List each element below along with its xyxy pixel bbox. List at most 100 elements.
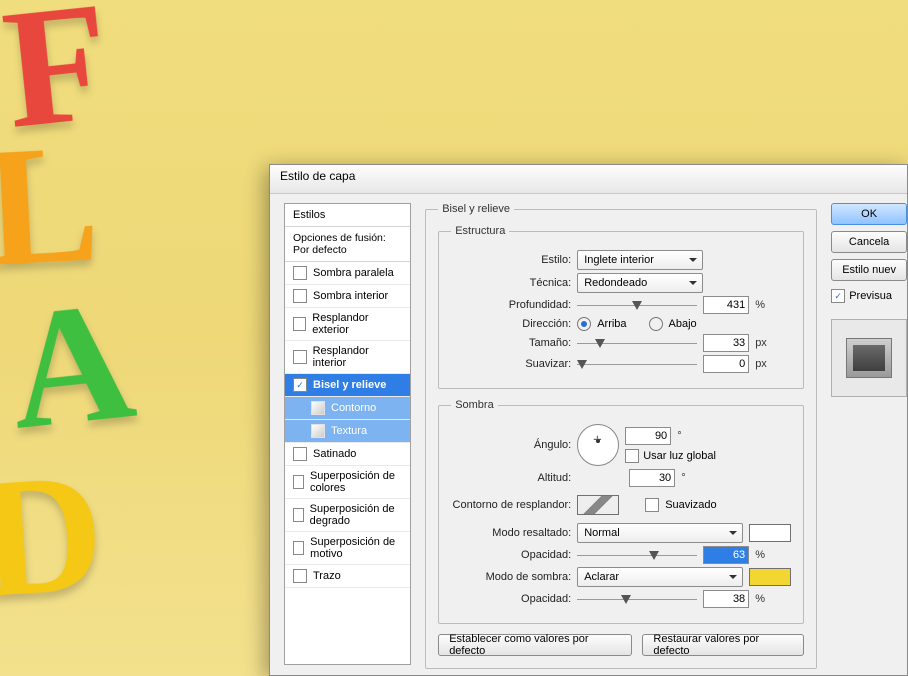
style-satin[interactable]: Satinado [285, 443, 410, 466]
artwork-letter-d: D [0, 446, 109, 624]
highlight-opacity-input[interactable]: 63 [703, 546, 749, 564]
shadow-mode-label: Modo de sombra: [451, 571, 571, 583]
style-label: Contorno [331, 402, 376, 414]
gloss-contour-label: Contorno de resplandor: [451, 499, 571, 511]
preview-checkbox[interactable]: ✓ [831, 289, 845, 303]
soften-input[interactable]: 0 [703, 355, 749, 373]
style-contour[interactable]: Contorno [285, 397, 410, 420]
depth-unit: % [755, 299, 765, 311]
style-bevel-emboss[interactable]: ✓ Bisel y relieve [285, 374, 410, 397]
global-light-checkbox[interactable] [625, 449, 639, 463]
highlight-mode-select[interactable]: Normal [577, 523, 743, 543]
cancel-button[interactable]: Cancela [831, 231, 907, 253]
size-input[interactable]: 33 [703, 334, 749, 352]
structure-legend: Estructura [451, 225, 509, 237]
style-outer-glow[interactable]: Resplandor exterior [285, 308, 410, 341]
style-stroke[interactable]: Trazo [285, 565, 410, 588]
checkbox-icon[interactable] [293, 350, 307, 364]
checkbox-icon[interactable] [293, 266, 307, 280]
shading-legend: Sombra [451, 399, 498, 411]
ok-button[interactable]: OK [831, 203, 907, 225]
size-label: Tamaño: [451, 337, 571, 349]
direction-down-radio[interactable] [649, 317, 663, 331]
blending-options-row[interactable]: Opciones de fusión: Por defecto [285, 227, 410, 262]
technique-select[interactable]: Redondeado [577, 273, 703, 293]
artwork-letter-a: A [1, 274, 141, 456]
checkbox-icon[interactable] [293, 447, 307, 461]
angle-unit: ° [677, 430, 681, 442]
style-texture[interactable]: Textura [285, 420, 410, 443]
style-label: Resplandor interior [313, 345, 403, 369]
size-unit: px [755, 337, 767, 349]
antialias-label: Suavizado [665, 499, 716, 511]
preview-label: Previsua [849, 290, 892, 302]
structure-group: Estructura Estilo: Inglete interior Técn… [438, 225, 804, 389]
direction-down-label: Abajo [669, 318, 697, 330]
style-label: Superposición de degrado [310, 503, 403, 527]
style-inner-glow[interactable]: Resplandor interior [285, 341, 410, 374]
new-style-button[interactable]: Estilo nuev [831, 259, 907, 281]
style-label: Bisel y relieve [313, 379, 386, 391]
soften-slider[interactable] [577, 357, 697, 371]
dialog-buttons: OK Cancela Estilo nuev ✓ Previsua [831, 203, 907, 665]
style-drop-shadow[interactable]: Sombra paralela [285, 262, 410, 285]
bevel-group: Bisel y relieve Estructura Estilo: Ingle… [425, 203, 817, 669]
angle-dial[interactable]: ✛ [577, 424, 619, 466]
shadow-opacity-unit: % [755, 593, 765, 605]
checkbox-icon[interactable] [293, 541, 304, 555]
preview-thumbnail [831, 319, 907, 397]
shading-group: Sombra Ángulo: ✛ 90 ° Usar luz global [438, 399, 804, 624]
depth-label: Profundidad: [451, 299, 571, 311]
style-inner-shadow[interactable]: Sombra interior [285, 285, 410, 308]
bevel-legend: Bisel y relieve [438, 203, 514, 215]
style-label: Estilo: [451, 254, 571, 266]
shadow-opacity-label: Opacidad: [451, 593, 571, 605]
direction-label: Dirección: [451, 318, 571, 330]
style-label: Textura [331, 425, 367, 437]
style-label: Superposición de colores [310, 470, 402, 494]
style-gradient-overlay[interactable]: Superposición de degrado [285, 499, 410, 532]
soften-label: Suavizar: [451, 358, 571, 370]
reset-default-button[interactable]: Restaurar valores por defecto [642, 634, 804, 656]
depth-slider[interactable] [577, 298, 697, 312]
altitude-input[interactable]: 30 [629, 469, 675, 487]
shadow-opacity-input[interactable]: 38 [703, 590, 749, 608]
checkbox-icon[interactable] [311, 424, 325, 438]
artwork-letter-l: L [0, 117, 103, 293]
style-label: Superposición de motivo [310, 536, 402, 560]
checkbox-icon[interactable]: ✓ [293, 378, 307, 392]
antialias-checkbox[interactable] [645, 498, 659, 512]
size-slider[interactable] [577, 336, 697, 350]
gloss-contour-picker[interactable] [577, 495, 619, 515]
shadow-mode-select[interactable]: Aclarar [577, 567, 743, 587]
styles-list: Estilos Opciones de fusión: Por defecto … [284, 203, 411, 665]
highlight-opacity-label: Opacidad: [451, 549, 571, 561]
style-label: Sombra paralela [313, 267, 394, 279]
shadow-opacity-slider[interactable] [577, 592, 697, 606]
checkbox-icon[interactable] [293, 289, 307, 303]
altitude-unit: ° [681, 472, 685, 484]
settings-panel: Bisel y relieve Estructura Estilo: Ingle… [425, 203, 817, 665]
checkbox-icon[interactable] [293, 508, 304, 522]
checkbox-icon[interactable] [311, 401, 325, 415]
styles-header[interactable]: Estilos [285, 204, 410, 227]
angle-input[interactable]: 90 [625, 427, 671, 445]
preview-cube-icon [846, 338, 892, 378]
checkbox-icon[interactable] [293, 317, 306, 331]
crosshair-icon: ✛ [593, 435, 601, 446]
checkbox-icon[interactable] [293, 569, 307, 583]
depth-input[interactable]: 431 [703, 296, 749, 314]
angle-label: Ángulo: [451, 439, 571, 451]
style-color-overlay[interactable]: Superposición de colores [285, 466, 410, 499]
direction-up-radio[interactable] [577, 317, 591, 331]
style-pattern-overlay[interactable]: Superposición de motivo [285, 532, 410, 565]
style-label: Trazo [313, 570, 341, 582]
style-select[interactable]: Inglete interior [577, 250, 703, 270]
checkbox-icon[interactable] [293, 475, 304, 489]
shadow-color-swatch[interactable] [749, 568, 791, 586]
altitude-label: Altitud: [451, 472, 571, 484]
highlight-opacity-slider[interactable] [577, 548, 697, 562]
layer-style-dialog: Estilo de capa Estilos Opciones de fusió… [269, 164, 908, 676]
highlight-color-swatch[interactable] [749, 524, 791, 542]
make-default-button[interactable]: Establecer como valores por defecto [438, 634, 632, 656]
